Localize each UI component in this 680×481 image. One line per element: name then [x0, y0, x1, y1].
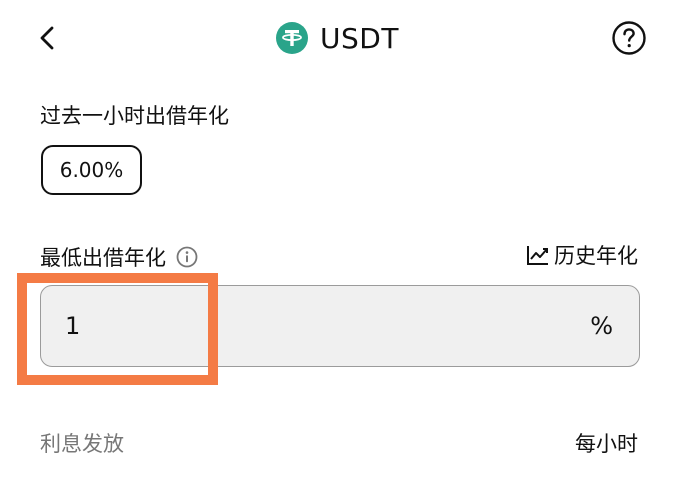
help-button[interactable] — [611, 20, 647, 56]
min-rate-input-value: 1 — [65, 312, 81, 340]
min-rate-input[interactable]: 1 % — [40, 285, 640, 367]
interest-payout-value: 每小时 — [575, 432, 638, 456]
info-circle-icon[interactable] — [176, 246, 198, 268]
tether-icon — [276, 22, 308, 54]
last-hour-rate-label: 过去一小时出借年化 — [40, 104, 229, 128]
interest-payout-label: 利息发放 — [40, 432, 124, 456]
header-title-group: USDT — [276, 18, 399, 58]
history-rate-label: 历史年化 — [554, 244, 638, 268]
back-button[interactable] — [36, 20, 64, 56]
chevron-left-icon — [40, 26, 54, 50]
page-title: USDT — [320, 21, 399, 55]
percent-unit: % — [590, 312, 613, 340]
last-hour-rate-value: 6.00% — [59, 158, 124, 182]
question-circle-icon — [612, 21, 646, 55]
min-rate-label: 最低出借年化 — [40, 246, 166, 270]
min-rate-label-row: 最低出借年化 — [40, 242, 198, 272]
line-chart-icon — [527, 246, 548, 265]
last-hour-rate-chip[interactable]: 6.00% — [41, 145, 142, 195]
history-rate-link[interactable]: 历史年化 — [526, 240, 638, 270]
